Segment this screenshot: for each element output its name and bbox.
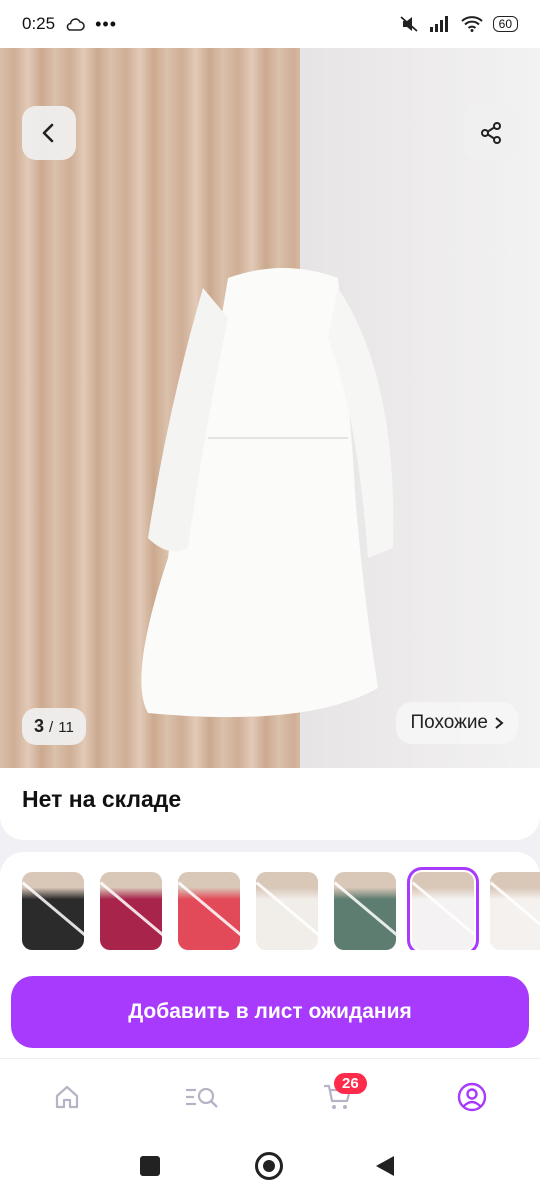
unavailable-strike — [22, 881, 84, 942]
unavailable-strike — [256, 881, 318, 942]
wifi-icon — [460, 16, 483, 32]
stock-status-text: Нет на складе — [22, 786, 182, 812]
cart-count-badge: 26 — [334, 1073, 367, 1094]
tab-profile[interactable] — [452, 1077, 492, 1117]
share-icon — [481, 122, 501, 144]
back-button[interactable] — [22, 106, 76, 160]
recents-button[interactable] — [140, 1156, 160, 1176]
color-variant-thumb[interactable] — [100, 872, 162, 950]
unavailable-strike — [100, 881, 162, 942]
more-dots-icon: ••• — [95, 13, 117, 34]
bottom-tab-bar — [0, 1058, 540, 1137]
chevron-right-icon — [495, 717, 504, 729]
catalog-search-icon — [186, 1087, 218, 1108]
color-variant-thumb[interactable] — [407, 867, 479, 955]
home-button[interactable] — [255, 1152, 283, 1180]
unavailable-strike — [334, 881, 396, 942]
home-icon — [55, 1085, 79, 1109]
color-variant-thumb[interactable] — [22, 872, 84, 950]
cloud-icon — [66, 18, 85, 31]
color-variant-thumb[interactable] — [334, 872, 396, 950]
back-arrow-icon — [42, 123, 54, 143]
tab-catalog[interactable] — [182, 1077, 222, 1117]
home-button-dot — [263, 1160, 275, 1172]
battery-indicator: 60 — [492, 16, 518, 32]
unavailable-strike — [412, 881, 474, 942]
share-button[interactable] — [464, 106, 518, 160]
signal-icon — [429, 16, 448, 32]
status-time: 0:25 — [22, 14, 56, 33]
unavailable-strike — [178, 881, 240, 942]
image-counter-current: 3 — [34, 716, 45, 736]
unavailable-strike — [490, 881, 540, 942]
color-variant-thumb[interactable] — [490, 872, 540, 950]
color-variant-thumb[interactable] — [178, 872, 240, 950]
dress-illustration — [141, 268, 394, 718]
image-counter: 3 / 11 — [22, 708, 86, 745]
image-counter-separator: / — [49, 719, 54, 736]
mute-icon — [400, 16, 418, 32]
similar-label: Похожие — [410, 712, 488, 733]
stock-status-card: Нет на складе — [0, 768, 540, 840]
back-triangle-icon[interactable] — [374, 1154, 396, 1178]
product-image[interactable] — [0, 48, 540, 768]
system-navigation-bar — [0, 1136, 540, 1200]
status-bar: 0:25 ••• 60 — [0, 0, 540, 48]
add-to-waitlist-button[interactable]: Добавить в лист ожидания — [11, 976, 529, 1048]
profile-icon — [457, 1082, 487, 1112]
image-counter-total: 11 — [58, 719, 74, 736]
tab-home[interactable] — [47, 1077, 87, 1117]
color-variants-list — [22, 867, 540, 955]
color-variant-thumb[interactable] — [256, 872, 318, 950]
similar-button[interactable]: Похожие — [396, 702, 518, 744]
